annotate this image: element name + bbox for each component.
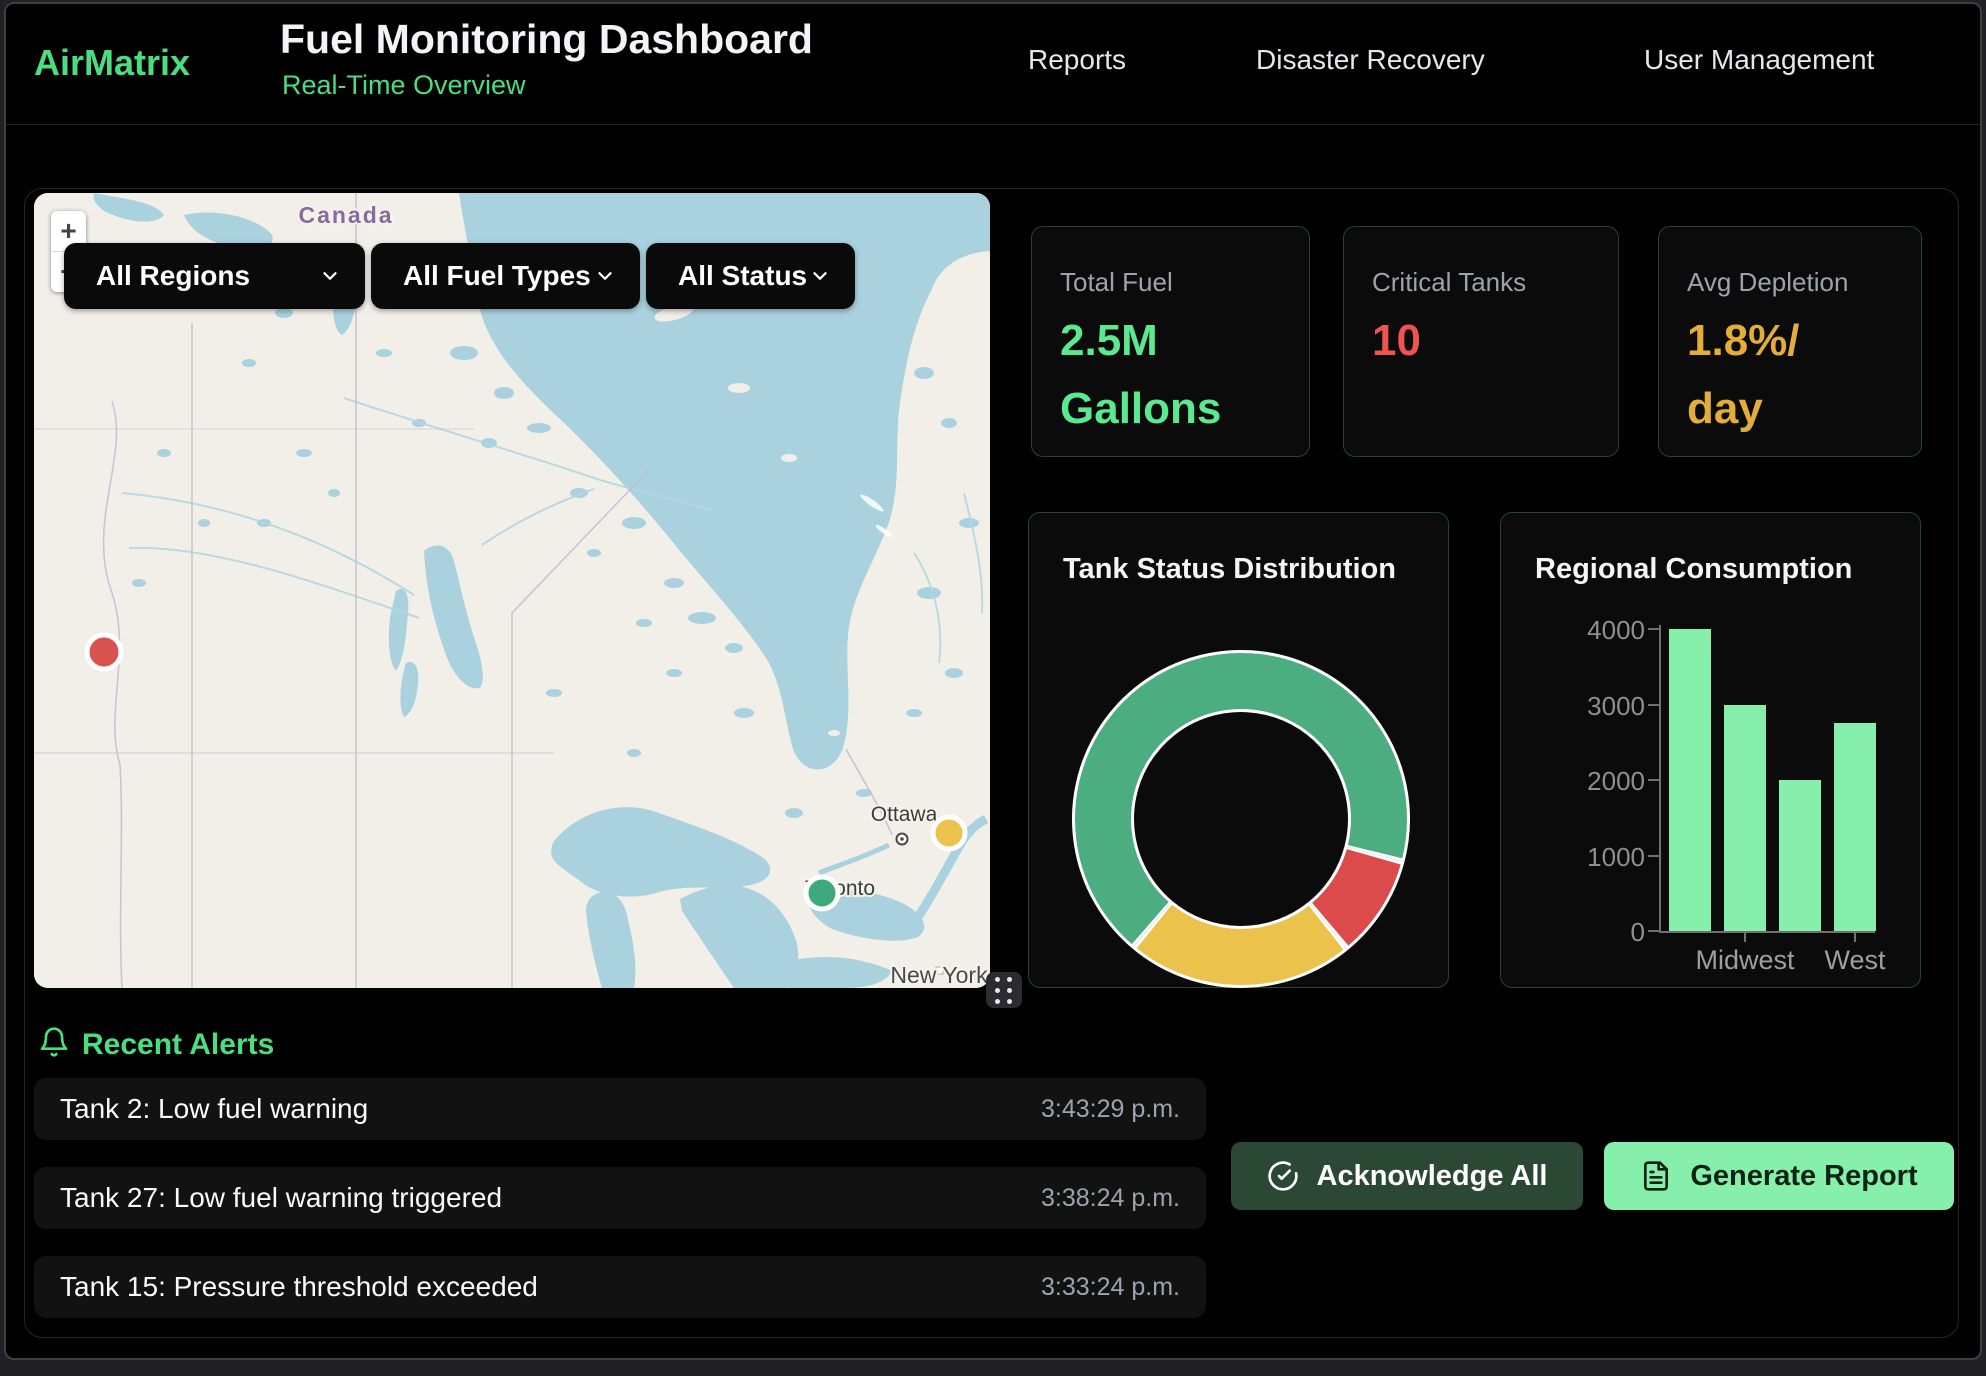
generate-report-label: Generate Report xyxy=(1690,1160,1917,1193)
status-filter-dropdown[interactable]: All Status xyxy=(646,243,855,309)
alert-text: Tank 27: Low fuel warning triggered xyxy=(60,1182,502,1214)
y-tick-mark xyxy=(1648,704,1659,706)
alert-row: Tank 2: Low fuel warning 3:43:29 p.m. xyxy=(34,1078,1206,1140)
map-marker-normal[interactable] xyxy=(806,877,838,909)
map-resize-handle[interactable] xyxy=(986,972,1022,1008)
chevron-down-icon xyxy=(809,265,831,287)
y-tick-label: 0 xyxy=(1557,917,1645,948)
header: AirMatrix Fuel Monitoring Dashboard Real… xyxy=(6,4,1980,125)
map[interactable]: Canada Ottawa Toronto New York + − All R… xyxy=(34,193,990,988)
bar xyxy=(1834,723,1876,931)
y-tick-mark xyxy=(1648,779,1659,781)
chevron-down-icon xyxy=(319,265,341,287)
regional-consumption-card: Regional Consumption 01000200030004000Mi… xyxy=(1500,512,1921,988)
kpi-card-critical-tanks: Critical Tanks 10 xyxy=(1343,226,1619,457)
kpi-value: 2.5MGallons xyxy=(1060,307,1221,443)
donut-chart-title: Tank Status Distribution xyxy=(1063,553,1396,586)
acknowledge-all-button[interactable]: Acknowledge All xyxy=(1231,1142,1583,1210)
status-filter-value: All Status xyxy=(678,260,807,292)
nav-item-reports[interactable]: Reports xyxy=(1028,44,1126,76)
map-canvas: Canada Ottawa Toronto New York xyxy=(34,193,990,988)
fuel-type-filter-value: All Fuel Types xyxy=(403,260,591,292)
y-tick-label: 4000 xyxy=(1557,615,1645,646)
bar xyxy=(1669,629,1711,931)
kpi-label: Total Fuel xyxy=(1060,267,1173,298)
alert-row: Tank 15: Pressure threshold exceeded 3:3… xyxy=(34,1256,1206,1318)
dashboard-window: AirMatrix Fuel Monitoring Dashboard Real… xyxy=(4,2,1982,1360)
city-dot-center xyxy=(900,837,904,841)
map-label-new-york: New York xyxy=(890,962,988,988)
chevron-down-icon xyxy=(594,265,616,287)
bar xyxy=(1779,780,1821,931)
app-logo: AirMatrix xyxy=(34,42,190,84)
bell-icon xyxy=(38,1026,70,1058)
y-tick-label: 2000 xyxy=(1557,766,1645,797)
alert-text: Tank 15: Pressure threshold exceeded xyxy=(60,1271,538,1303)
kpi-label: Avg Depletion xyxy=(1687,267,1848,298)
y-tick-mark xyxy=(1648,628,1659,630)
tank-status-donut-chart xyxy=(1053,631,1429,1007)
kpi-card-avg-depletion: Avg Depletion 1.8%/day xyxy=(1658,226,1922,457)
kpi-label: Critical Tanks xyxy=(1372,267,1526,298)
map-marker-warning[interactable] xyxy=(933,817,965,849)
fuel-type-filter-dropdown[interactable]: All Fuel Types xyxy=(371,243,640,309)
nav-item-disaster-recovery[interactable]: Disaster Recovery xyxy=(1256,44,1485,76)
x-tick-mark xyxy=(1744,933,1746,942)
y-tick-mark xyxy=(1648,855,1659,857)
y-tick-label: 3000 xyxy=(1557,691,1645,722)
kpi-value: 1.8%/day xyxy=(1687,307,1800,443)
kpi-value: 10 xyxy=(1372,307,1421,375)
tank-status-distribution-card: Tank Status Distribution xyxy=(1028,512,1449,988)
y-tick-label: 1000 xyxy=(1557,842,1645,873)
region-filter-value: All Regions xyxy=(96,260,250,292)
map-label-canada: Canada xyxy=(298,202,393,228)
page-subtitle: Real-Time Overview xyxy=(282,70,526,101)
check-circle-icon xyxy=(1267,1160,1299,1192)
region-filter-dropdown[interactable]: All Regions xyxy=(64,243,365,309)
alert-text: Tank 2: Low fuel warning xyxy=(60,1093,368,1125)
alert-timestamp: 3:43:29 p.m. xyxy=(1041,1095,1180,1124)
regional-consumption-bar-chart: 01000200030004000MidwestWest xyxy=(1501,513,1922,989)
alert-row: Tank 27: Low fuel warning triggered 3:38… xyxy=(34,1167,1206,1229)
alert-timestamp: 3:33:24 p.m. xyxy=(1041,1273,1180,1302)
bar xyxy=(1724,705,1766,932)
map-marker-critical[interactable] xyxy=(87,635,121,669)
x-tick-label: West xyxy=(1785,945,1925,976)
x-tick-mark xyxy=(1854,933,1856,942)
generate-report-button[interactable]: Generate Report xyxy=(1604,1142,1954,1210)
alert-timestamp: 3:38:24 p.m. xyxy=(1041,1184,1180,1213)
map-label-ottawa: Ottawa xyxy=(871,803,938,826)
acknowledge-all-label: Acknowledge All xyxy=(1317,1160,1548,1193)
kpi-card-total-fuel: Total Fuel 2.5MGallons xyxy=(1031,226,1310,457)
page-title: Fuel Monitoring Dashboard xyxy=(280,16,813,63)
recent-alerts-title: Recent Alerts xyxy=(82,1028,274,1062)
nav-item-user-management[interactable]: User Management xyxy=(1644,44,1874,76)
file-text-icon xyxy=(1640,1160,1672,1192)
y-tick-mark xyxy=(1648,930,1659,932)
